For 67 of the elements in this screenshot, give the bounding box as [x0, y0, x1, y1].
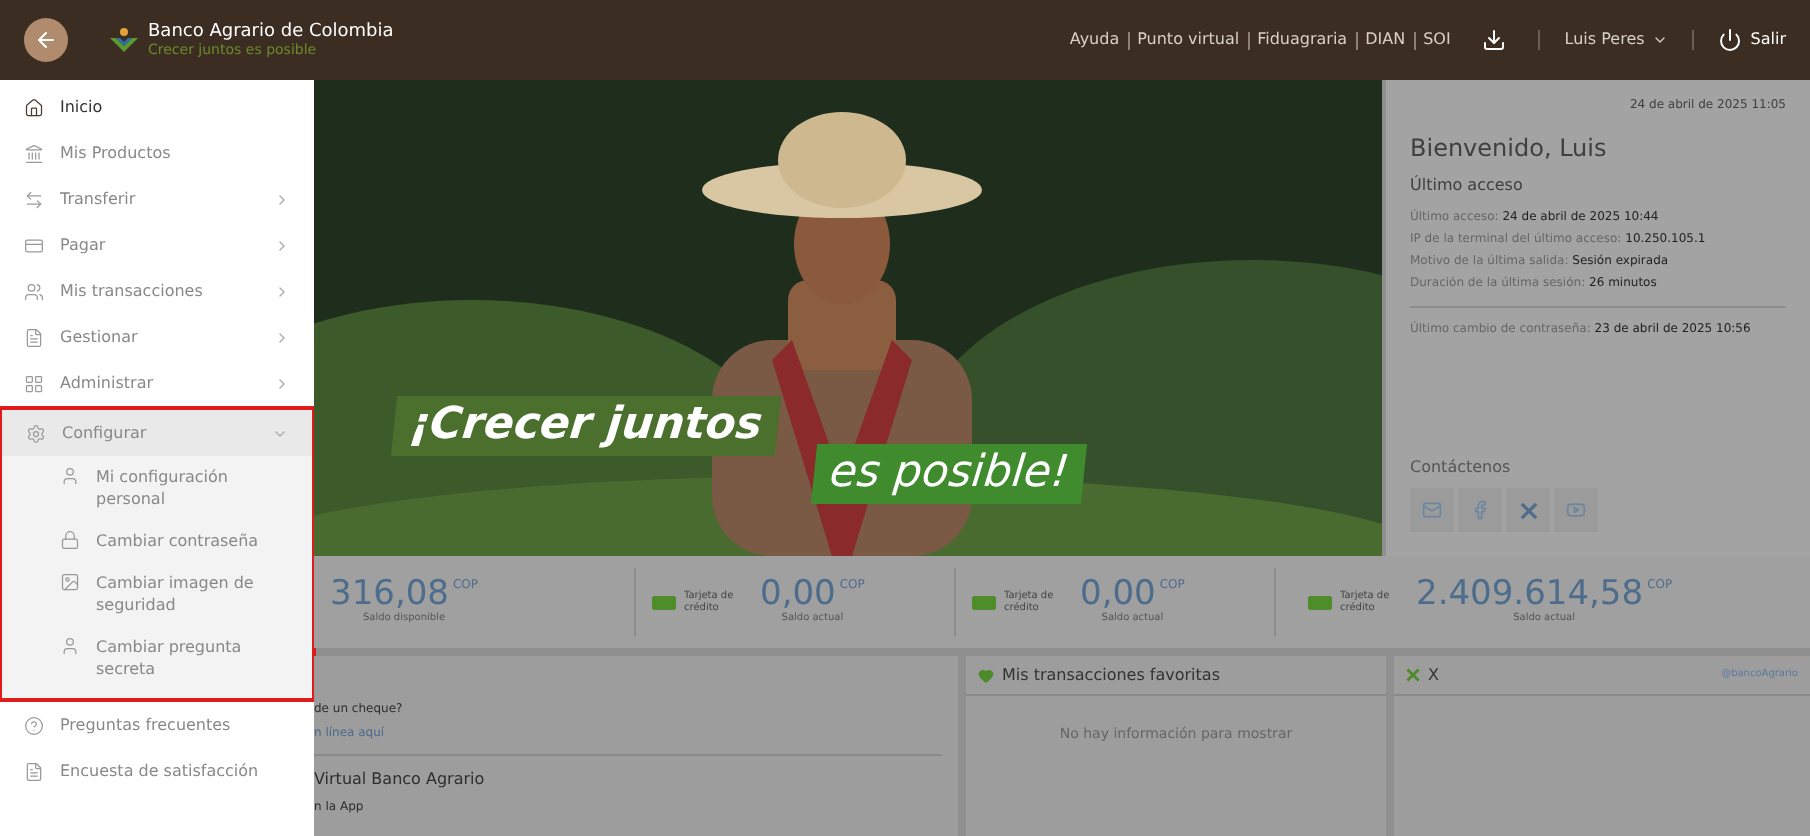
card-icon: [1308, 595, 1332, 609]
nav-item[interactable]: Preguntas frecuentes: [0, 702, 314, 748]
logo-icon: [108, 26, 140, 54]
back-icon: [34, 28, 58, 52]
heart-icon: [978, 667, 994, 683]
nav-item[interactable]: Configurar: [2, 410, 312, 456]
nav-item[interactable]: Administrar: [0, 360, 314, 406]
info-title: Virtual Banco Agrario: [314, 768, 487, 792]
submenu-item[interactable]: Mi configuración personal: [2, 456, 312, 520]
arrows-icon: [24, 189, 44, 209]
grid-icon: [24, 373, 44, 393]
card-title: X: [1428, 663, 1439, 687]
balance-amount: 0,00: [1080, 576, 1156, 613]
document-icon: [24, 761, 44, 781]
balance-amount: 0,00: [760, 576, 836, 613]
balance-amount: 316,08: [330, 576, 449, 613]
caret-icon: [1652, 32, 1669, 48]
nav-item[interactable]: Pagar: [0, 222, 314, 268]
card-icon: [652, 595, 676, 609]
home-icon: [24, 97, 44, 117]
contact-button[interactable]: [1458, 488, 1502, 532]
card-icon: [972, 595, 996, 609]
brand-name: Banco Agrario de Colombia: [148, 23, 394, 41]
balance-amount: 2.409.614,58: [1416, 576, 1644, 613]
nav-item[interactable]: Gestionar: [0, 314, 314, 360]
x-logo-icon: [1406, 668, 1420, 682]
help-icon: [24, 715, 44, 735]
banner-tagline: es posible!: [810, 444, 1088, 504]
contact-button[interactable]: [1554, 488, 1598, 532]
nav-item[interactable]: Transferir: [0, 176, 314, 222]
header-link[interactable]: Ayuda: [1069, 28, 1120, 52]
greeting: Bienvenido, Luis: [1410, 132, 1609, 166]
download-icon[interactable]: [1482, 28, 1507, 52]
banner-headline: ¡Crecer juntos: [390, 396, 782, 456]
bank-icon: [24, 143, 44, 163]
contact-title: Contáctenos: [1410, 456, 1513, 480]
card-title: Mis transacciones favoritas: [1002, 663, 1220, 687]
contact-button[interactable]: [1506, 488, 1550, 532]
user-icon: [60, 466, 80, 486]
submenu-item[interactable]: Cambiar contraseña: [2, 520, 312, 562]
mail-icon: [1422, 500, 1442, 520]
power-icon: [1718, 28, 1743, 52]
header-link[interactable]: DIAN: [1365, 28, 1406, 52]
nav-item[interactable]: Encuesta de satisfacción: [0, 748, 314, 794]
users-icon: [24, 281, 44, 301]
logout-button[interactable]: Salir: [1718, 28, 1786, 52]
document-icon: [24, 327, 44, 347]
card-icon: [24, 235, 44, 255]
image-icon: [60, 572, 80, 592]
nav-item[interactable]: Mis transacciones: [0, 268, 314, 314]
header-link[interactable]: SOI: [1423, 28, 1451, 52]
submenu-item[interactable]: Cambiar pregunta secreta: [2, 626, 312, 690]
submenu-item[interactable]: Cambiar imagen de seguridad: [2, 562, 312, 626]
nav-item[interactable]: Inicio: [0, 84, 314, 130]
x-logo-icon: [1519, 501, 1537, 519]
back-button[interactable]: [24, 18, 68, 62]
nav-item[interactable]: Mis Productos: [0, 130, 314, 176]
section-title: Último acceso: [1410, 174, 1525, 198]
video-icon: [1566, 500, 1586, 520]
user-icon: [60, 636, 80, 656]
contact-button[interactable]: [1410, 488, 1454, 532]
header-link[interactable]: Fiduagraria: [1257, 28, 1348, 52]
user-menu[interactable]: Luis Peres: [1564, 28, 1669, 52]
header-link[interactable]: Punto virtual: [1137, 28, 1240, 52]
lock-icon: [60, 530, 80, 550]
facebook-icon: [1470, 500, 1490, 520]
settings-icon: [26, 423, 46, 443]
